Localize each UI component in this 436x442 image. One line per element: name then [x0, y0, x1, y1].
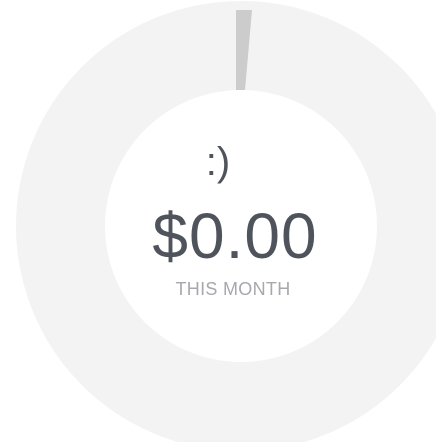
gauge-center-content: :) $0.00 THIS MONTH	[0, 0, 436, 442]
spending-gauge-widget: :) $0.00 THIS MONTH	[0, 0, 436, 442]
mood-emoticon: :)	[205, 140, 231, 184]
spend-amount: $0.00	[152, 200, 318, 272]
period-label: THIS MONTH	[175, 279, 291, 299]
